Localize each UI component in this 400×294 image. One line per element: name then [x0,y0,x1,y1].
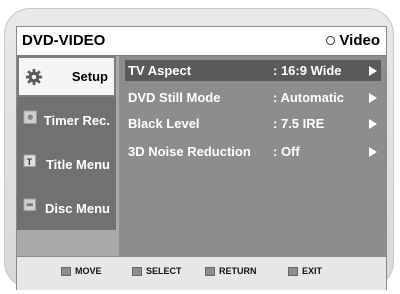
mode-indicator: Video [326,32,380,49]
sidebar-item-timer-rec[interactable]: Timer Rec. [17,100,116,141]
setting-value: : 7.5 IRE [273,116,325,131]
select-hint: SELECT [132,266,182,276]
select-label: SELECT [146,266,182,276]
setting-value: : Automatic [273,90,345,105]
setting-row-tv-aspect[interactable]: TV Aspect : 16:9 Wide [125,60,381,81]
sidebar: Setup Timer Rec. T Title Menu Disc Menu [17,56,116,230]
return-label: RETURN [219,266,257,276]
sidebar-item-label: Timer Rec. [43,113,110,128]
sidebar-item-title-menu[interactable]: T Title Menu [17,144,116,185]
menu-body: Setup Timer Rec. T Title Menu Disc Menu … [17,56,386,276]
select-key-icon [132,266,142,276]
exit-hint: EXIT [288,266,322,276]
title-bar: DVD-VIDEO Video [17,27,386,56]
mode-label: Video [339,32,380,49]
settings-panel: TV Aspect : 16:9 Wide DVD Still Mode : A… [119,56,386,276]
mode-circle-icon [326,36,336,45]
button-guide: MOVE SELECT RETURN EXIT [17,256,386,290]
sidebar-item-label: Title Menu [45,157,110,172]
setting-row-black-level[interactable]: Black Level : 7.5 IRE [125,113,381,134]
setting-row-dvd-still-mode[interactable]: DVD Still Mode : Automatic [125,87,381,108]
sidebar-item-label: Disc Menu [44,201,110,216]
sidebar-item-setup[interactable]: Setup [17,56,116,97]
title-menu-icon: T [23,154,37,168]
move-hint: MOVE [61,266,102,276]
move-label: MOVE [75,266,102,276]
exit-key-icon [288,266,298,276]
setting-label: TV Aspect [128,63,192,78]
return-hint: RETURN [205,266,257,276]
gear-icon [25,68,43,86]
arrow-right-icon [369,66,377,76]
osd-screen: DVD-VIDEO Video Setup Timer Rec. T Title… [16,26,387,290]
sidebar-item-disc-menu[interactable]: Disc Menu [17,188,116,229]
disc-menu-icon [23,198,37,212]
setting-value: : Off [273,144,300,159]
setting-value: : 16:9 Wide [273,63,342,78]
arrow-right-icon [369,93,377,103]
setting-label: Black Level [128,116,200,131]
source-title: DVD-VIDEO [22,32,106,49]
timer-icon [23,110,37,124]
move-key-icon [61,266,71,276]
setting-row-3d-noise-reduction[interactable]: 3D Noise Reduction : Off [125,141,381,162]
setting-label: 3D Noise Reduction [128,144,251,159]
arrow-right-icon [369,119,377,129]
svg-text:T: T [27,157,33,167]
setting-label: DVD Still Mode [128,90,221,105]
sidebar-item-label: Setup [71,69,108,84]
return-key-icon [205,266,215,276]
exit-label: EXIT [302,266,323,276]
arrow-right-icon [369,147,377,157]
